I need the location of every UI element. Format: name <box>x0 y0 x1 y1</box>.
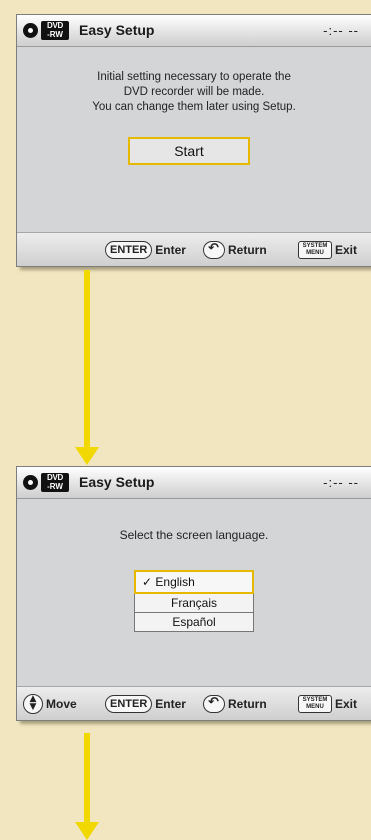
title-bar: DVD -RW Easy Setup -:-- -- <box>17 467 371 499</box>
footer-bar: ▲▼ Move ENTER Enter Return SYSTEM MENU E… <box>17 686 371 720</box>
return-icon <box>203 695 225 713</box>
language-option-espanol[interactable]: Español <box>134 612 254 632</box>
enter-hint[interactable]: ENTER Enter <box>105 694 186 714</box>
title-bar: DVD -RW Easy Setup -:-- -- <box>17 15 371 47</box>
move-label: Move <box>46 697 77 711</box>
disc-icon <box>23 475 38 490</box>
system-key-line1: SYSTEM <box>302 243 328 249</box>
down-arrow <box>75 822 99 840</box>
easy-setup-screen-start: DVD -RW Easy Setup -:-- -- Initial setti… <box>17 15 371 266</box>
exit-label: Exit <box>335 697 358 711</box>
return-hint[interactable]: Return <box>203 694 267 714</box>
exit-hint[interactable]: SYSTEM MENU Exit <box>298 694 357 714</box>
screen-title: Easy Setup <box>79 22 155 38</box>
return-hint[interactable]: Return <box>203 240 267 260</box>
enter-key-icon: ENTER <box>105 241 153 259</box>
language-option-francais[interactable]: Français <box>134 593 254 613</box>
down-arrow <box>75 447 99 465</box>
enter-key-icon: ENTER <box>105 695 153 713</box>
system-key-line2: MENU <box>306 704 324 710</box>
exit-label: Exit <box>335 243 358 257</box>
disc-icon <box>23 23 38 38</box>
system-menu-key-icon: SYSTEM MENU <box>298 695 332 713</box>
down-arrow-shaft <box>84 270 90 448</box>
check-icon: ✓ <box>142 575 153 589</box>
move-hint[interactable]: ▲ ▼ Move <box>23 694 77 714</box>
dvd-badge-line1: DVD <box>47 21 63 30</box>
enter-label: Enter <box>155 697 186 711</box>
dvd-rw-logo: DVD -RW <box>41 473 69 492</box>
footer-bar: ENTER Enter Return SYSTEM MENU Exit <box>17 232 371 266</box>
dvd-badge-line2: -RW <box>47 482 63 491</box>
dvd-badge-line1: DVD <box>47 473 63 482</box>
language-prompt: Select the screen language. <box>119 528 269 542</box>
dvd-badge-line2: -RW <box>47 30 63 39</box>
down-arrow-shaft <box>84 733 90 825</box>
message-line: Initial setting necessary to operate the <box>97 71 291 83</box>
enter-hint[interactable]: ENTER Enter <box>105 240 186 260</box>
exit-hint[interactable]: SYSTEM MENU Exit <box>298 240 357 260</box>
clock-display: -:-- -- <box>323 23 359 38</box>
enter-label: Enter <box>155 243 186 257</box>
return-icon <box>203 241 225 259</box>
return-label: Return <box>228 697 267 711</box>
clock-display: -:-- -- <box>323 475 359 490</box>
language-option-english[interactable]: ✓ English <box>134 570 254 594</box>
dvd-rw-logo: DVD -RW <box>41 21 69 40</box>
system-menu-key-icon: SYSTEM MENU <box>298 241 332 259</box>
language-list: ✓ English Français Español <box>134 570 254 632</box>
message-line: You can change them later using Setup. <box>92 101 296 113</box>
language-label: English <box>155 575 195 589</box>
screen-title: Easy Setup <box>79 474 155 490</box>
system-key-line2: MENU <box>306 250 324 256</box>
message-line: DVD recorder will be made. <box>123 86 265 98</box>
setup-message: Initial setting necessary to operate the… <box>17 70 371 115</box>
return-label: Return <box>228 243 267 257</box>
system-key-line1: SYSTEM <box>302 697 328 703</box>
easy-setup-screen-language: DVD -RW Easy Setup -:-- -- Select the sc… <box>17 467 371 720</box>
start-button[interactable]: Start <box>128 137 250 165</box>
move-icon: ▲ ▼ <box>23 694 43 714</box>
